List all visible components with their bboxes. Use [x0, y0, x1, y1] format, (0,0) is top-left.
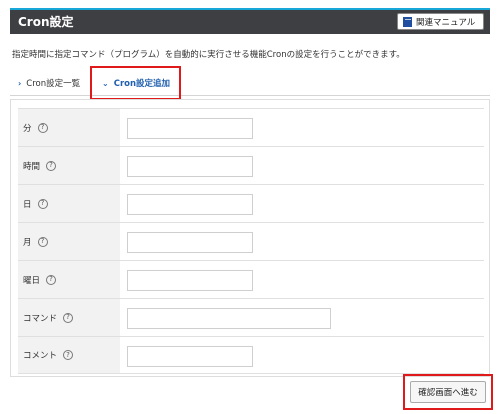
- row-label-cell: 日 ?: [18, 185, 120, 222]
- chevron-right-icon: ›: [18, 78, 22, 88]
- tab-cron-list[interactable]: › Cron設定一覧: [18, 70, 80, 96]
- help-icon[interactable]: ?: [63, 350, 74, 360]
- month-input[interactable]: [127, 232, 253, 253]
- comment-label: コメント: [23, 351, 58, 361]
- row-label-cell: 曜日 ?: [18, 261, 120, 298]
- comment-input[interactable]: [127, 346, 253, 367]
- page-description: 指定時間に指定コマンド（プログラム）を自動的に実行させる機能Cronの設定を行う…: [12, 50, 405, 60]
- help-icon[interactable]: ?: [37, 236, 48, 247]
- help-icon[interactable]: ?: [46, 274, 57, 285]
- help-icon[interactable]: ?: [37, 122, 48, 133]
- tab-highlight-box: [90, 66, 181, 100]
- row-label-cell: 分 ?: [18, 109, 120, 146]
- day-label: 日: [23, 199, 32, 210]
- form-row-comment: コメント ?: [18, 336, 484, 374]
- help-icon[interactable]: ?: [37, 198, 48, 209]
- book-icon: [403, 16, 412, 27]
- form-row-command: コマンド ?: [18, 298, 484, 336]
- tab-bar: › Cron設定一覧 ⌄ Cron設定追加: [10, 66, 490, 96]
- page-title: Cron設定: [18, 15, 74, 29]
- help-icon[interactable]: ?: [46, 160, 57, 171]
- row-label-cell: 月 ?: [18, 223, 120, 260]
- help-icon[interactable]: ?: [63, 312, 74, 323]
- row-label-cell: 時間 ?: [18, 147, 120, 184]
- form-row-day: 日 ?: [18, 184, 484, 222]
- row-label-cell: コメント ?: [18, 337, 120, 373]
- manual-button-label: 関連マニュアル: [416, 17, 476, 28]
- hour-input[interactable]: [127, 156, 253, 177]
- tab-cron-list-label: Cron設定一覧: [26, 79, 81, 89]
- row-label-cell: コマンド ?: [18, 299, 120, 336]
- page-header: Cron設定 関連マニュアル: [10, 8, 490, 34]
- minute-label: 分: [23, 123, 32, 134]
- month-label: 月: [23, 237, 32, 248]
- form-row-hour: 時間 ?: [18, 146, 484, 184]
- form-row-month: 月 ?: [18, 222, 484, 260]
- minute-input[interactable]: [127, 118, 253, 139]
- manual-button[interactable]: 関連マニュアル: [397, 13, 484, 30]
- command-label: コマンド: [23, 313, 58, 324]
- form-row-minute: 分 ?: [18, 108, 484, 146]
- form-row-weekday: 曜日 ?: [18, 260, 484, 298]
- cron-form: 分 ? 時間 ? 日 ? 月 ? 曜日 ? コマンド ? コメント ?: [10, 99, 490, 377]
- command-input[interactable]: [127, 308, 331, 329]
- hour-label: 時間: [23, 161, 41, 172]
- day-input[interactable]: [127, 194, 253, 215]
- confirm-button[interactable]: 確認画面へ進む: [410, 381, 486, 403]
- weekday-label: 曜日: [23, 275, 41, 286]
- weekday-input[interactable]: [127, 270, 253, 291]
